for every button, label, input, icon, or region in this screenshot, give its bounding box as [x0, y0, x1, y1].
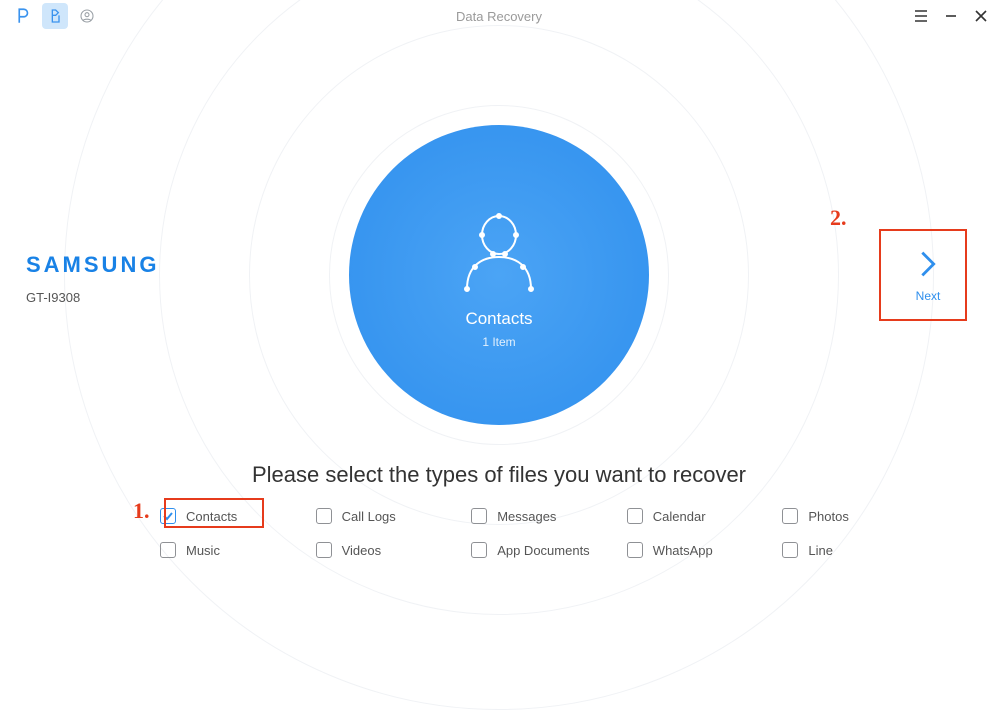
checkbox-icon[interactable]	[471, 508, 487, 524]
minimize-icon[interactable]	[944, 9, 958, 23]
filetype-label: App Documents	[497, 543, 590, 558]
menu-icon[interactable]	[914, 9, 928, 23]
checkbox-icon[interactable]	[782, 508, 798, 524]
chevron-right-icon	[911, 247, 945, 281]
checkbox-icon[interactable]	[782, 542, 798, 558]
category-title: Contacts	[465, 309, 532, 329]
filetype-label: Photos	[808, 509, 848, 524]
filetype-videos[interactable]: Videos	[316, 542, 472, 558]
filetype-music[interactable]: Music	[160, 542, 316, 558]
filetype-app-documents[interactable]: App Documents	[471, 542, 627, 558]
checkbox-icon[interactable]	[160, 542, 176, 558]
app-logo-icon[interactable]	[10, 3, 36, 29]
next-button[interactable]: Next	[888, 232, 968, 318]
contacts-icon	[449, 201, 549, 301]
filetype-grid: Contacts Call Logs Messages Calendar Photos M…	[160, 508, 938, 558]
device-model: GT-I9308	[26, 290, 159, 305]
checkbox-icon[interactable]	[627, 508, 643, 524]
checkbox-icon[interactable]	[627, 542, 643, 558]
filetype-messages[interactable]: Messages	[471, 508, 627, 524]
checkbox-icon[interactable]	[160, 508, 176, 524]
close-icon[interactable]	[974, 9, 988, 23]
filetype-whatsapp[interactable]: WhatsApp	[627, 542, 783, 558]
user-tab-icon[interactable]	[74, 3, 100, 29]
next-label: Next	[916, 289, 941, 303]
filetype-photos[interactable]: Photos	[782, 508, 938, 524]
filetype-calendar[interactable]: Calendar	[627, 508, 783, 524]
filetype-contacts[interactable]: Contacts	[160, 508, 316, 524]
checkbox-icon[interactable]	[316, 542, 332, 558]
checkbox-icon[interactable]	[471, 542, 487, 558]
filetype-line[interactable]: Line	[782, 542, 938, 558]
filetype-label: Calendar	[653, 509, 706, 524]
filetype-label: Contacts	[186, 509, 237, 524]
checkbox-icon[interactable]	[316, 508, 332, 524]
category-count: 1 Item	[482, 335, 515, 349]
filetype-label: Line	[808, 543, 833, 558]
filetype-label: Messages	[497, 509, 556, 524]
selected-category-circle: Contacts 1 Item	[349, 125, 649, 425]
filetype-label: Videos	[342, 543, 382, 558]
device-brand: SAMSUNG	[26, 252, 159, 278]
filetype-call-logs[interactable]: Call Logs	[316, 508, 472, 524]
filetype-label: Music	[186, 543, 220, 558]
filetype-label: WhatsApp	[653, 543, 713, 558]
instruction-text: Please select the types of files you wan…	[0, 462, 998, 488]
data-recovery-tab-icon[interactable]	[42, 3, 68, 29]
device-info: SAMSUNG GT-I9308	[26, 252, 159, 305]
filetype-label: Call Logs	[342, 509, 396, 524]
